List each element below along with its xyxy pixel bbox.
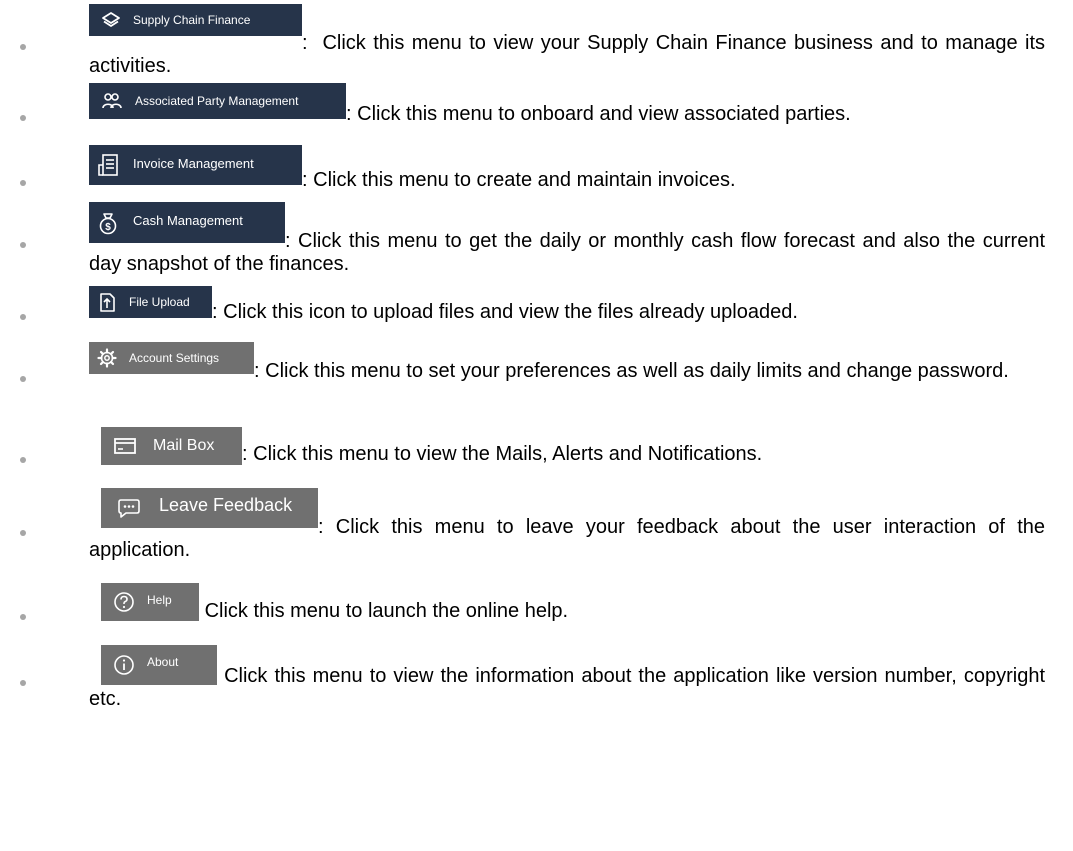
mail-box-menu[interactable]: Mail Box <box>101 427 242 465</box>
item-description: : Click this menu to create and maintain… <box>302 169 736 191</box>
invoice-management-menu[interactable]: Invoice Management <box>89 145 302 185</box>
menu-label: Mail Box <box>153 437 215 454</box>
list-item: About Click this menu to view the inform… <box>0 638 1073 768</box>
item-description: : Click this menu to view your Supply Ch… <box>89 32 1046 77</box>
bullet <box>20 614 26 620</box>
list-item: Leave Feedback : Click this menu to leav… <box>0 482 1073 576</box>
bullet <box>20 115 26 121</box>
list-item: Supply Chain Finance : Click this menu t… <box>0 0 1073 80</box>
list-item: Help Click this menu to launch the onlin… <box>0 576 1073 638</box>
menu-label: Supply Chain Finance <box>133 13 251 27</box>
mailbox-icon <box>113 436 137 456</box>
item-description: : Click this menu to set your preference… <box>254 360 1009 382</box>
bullet <box>20 530 26 536</box>
list-item: $ Cash Management : Click this menu to g… <box>0 198 1073 282</box>
item-description: : Click this menu to view the Mails, Ale… <box>242 443 763 465</box>
file-upload-menu[interactable]: File Upload <box>89 286 212 318</box>
list-item: Associated Party Management : Click this… <box>0 80 1073 140</box>
users-icon <box>101 91 123 111</box>
list-item: Account Settings : Click this menu to se… <box>0 342 1073 420</box>
help-menu[interactable]: Help <box>101 583 199 621</box>
item-description: Click this menu to launch the online hel… <box>204 600 569 622</box>
menu-label: Help <box>147 593 172 607</box>
bullet <box>20 44 26 50</box>
list-item: Mail Box : Click this menu to view the M… <box>0 420 1073 482</box>
item-description: : Click this icon to upload files and vi… <box>212 301 798 323</box>
layers-icon <box>101 10 121 30</box>
invoice-icon <box>97 153 119 177</box>
menu-label: Associated Party Management <box>135 94 299 108</box>
menu-label: Leave Feedback <box>159 494 293 515</box>
item-description: : Click this menu to get the daily or mo… <box>89 230 1045 275</box>
bullet <box>20 180 26 186</box>
bullet <box>20 376 26 382</box>
menu-label: File Upload <box>129 295 190 309</box>
item-description: Click this menu to view the information … <box>89 665 1045 710</box>
item-description: : Click this menu to onboard and view as… <box>346 103 851 125</box>
bullet <box>20 680 26 686</box>
associated-party-management-menu[interactable]: Associated Party Management <box>89 83 346 119</box>
list-item: File Upload : Click this icon to upload … <box>0 282 1073 342</box>
list-item: Invoice Management : Click this menu to … <box>0 140 1073 198</box>
bullet <box>20 314 26 320</box>
item-description: : Click this menu to leave your feedback… <box>89 516 1045 561</box>
help-icon <box>113 591 135 613</box>
menu-label: Cash Management <box>133 213 243 228</box>
menu-label: Invoice Management <box>133 155 254 171</box>
bullet <box>20 457 26 463</box>
bullet <box>20 242 26 248</box>
upload-icon <box>97 291 117 313</box>
